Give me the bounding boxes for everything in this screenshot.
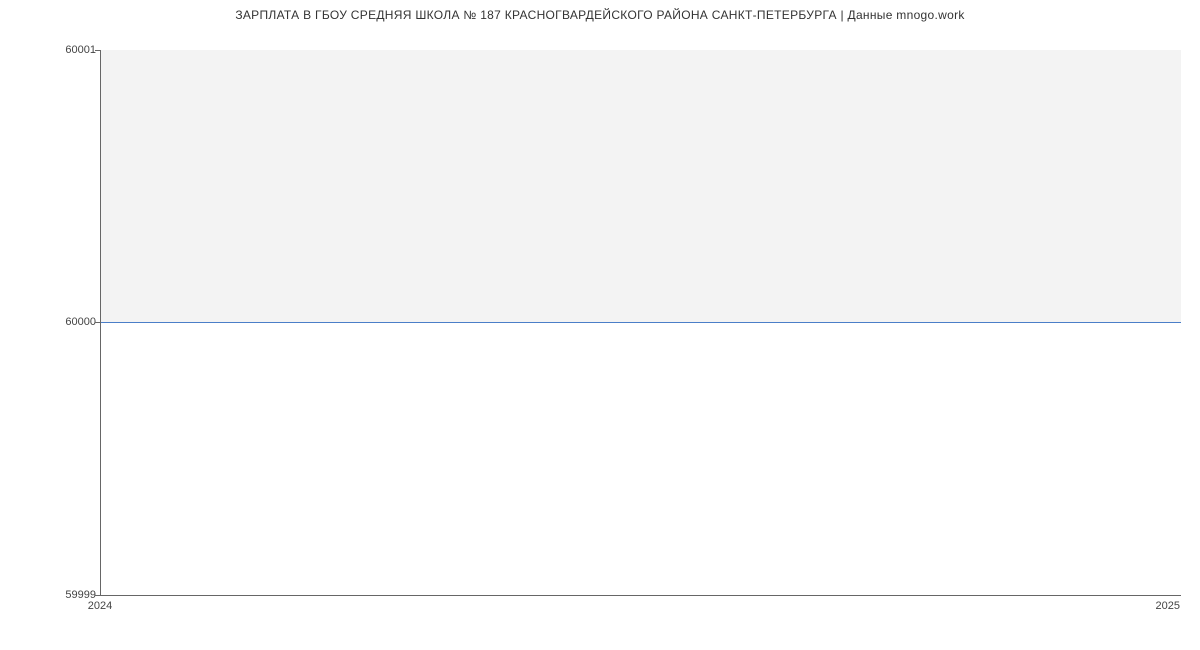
y-tick-label: 60001 — [36, 44, 96, 56]
area-fill — [101, 50, 1181, 322]
x-tick-label: 2024 — [88, 600, 112, 612]
y-tick-mark — [95, 595, 100, 596]
plot-area — [100, 50, 1181, 596]
y-tick-mark — [95, 50, 100, 51]
data-line — [101, 322, 1181, 323]
y-tick-mark — [95, 322, 100, 323]
x-tick-label: 2025 — [1156, 600, 1180, 612]
y-tick-label: 60000 — [36, 316, 96, 328]
chart-title: ЗАРПЛАТА В ГБОУ СРЕДНЯЯ ШКОЛА № 187 КРАС… — [0, 8, 1200, 22]
